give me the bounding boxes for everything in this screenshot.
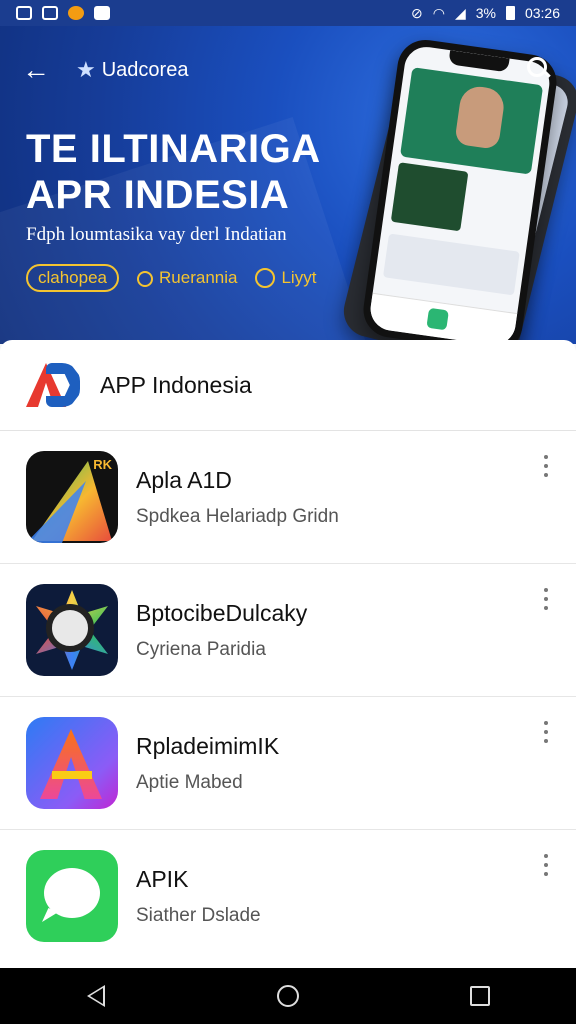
hero-subtitle: Fdph loumtasika vay derl Indatian bbox=[26, 224, 287, 245]
signal-icon: ◢ bbox=[454, 4, 466, 21]
star-icon: ★ bbox=[76, 57, 96, 82]
chat-bubble-app-icon bbox=[26, 850, 118, 942]
more-options-icon[interactable] bbox=[542, 455, 550, 481]
download-notification-icon bbox=[42, 6, 58, 20]
nav-home-icon[interactable] bbox=[276, 984, 300, 1008]
app-subtitle: Spdkea Helariadp Gridn bbox=[136, 505, 339, 527]
gallery-notification-icon bbox=[16, 6, 32, 20]
app-subtitle: Siather Dslade bbox=[136, 904, 261, 926]
battery-icon bbox=[505, 6, 515, 20]
app-name: RpladeimimIK bbox=[136, 732, 280, 759]
section-header: APP Indonesia bbox=[0, 340, 576, 431]
app-notification-icon bbox=[68, 6, 84, 20]
camera-lens-app-icon bbox=[26, 584, 118, 676]
status-bar: ⊘ ◠ ◢ 3% 03:26 bbox=[0, 0, 576, 26]
tag-pill-1[interactable]: clahopea bbox=[26, 264, 120, 292]
headline-line-1: TE ILTINARIGA bbox=[26, 127, 321, 171]
tag-label-2: Ruerannia bbox=[159, 268, 238, 287]
tag-label-3: Liyyt bbox=[281, 267, 317, 287]
nav-back-icon[interactable] bbox=[84, 984, 108, 1008]
tag-item-3[interactable]: Liyyt bbox=[255, 268, 316, 289]
clock-icon bbox=[137, 270, 154, 287]
colorful-triangle-app-icon: RK bbox=[26, 451, 118, 543]
app-name: APIK bbox=[136, 865, 189, 892]
headline-line-2: APR INDESIA bbox=[26, 173, 290, 217]
app-list-sheet: APP Indonesia RK Apla A1D Spdkea Helaria… bbox=[0, 340, 576, 970]
hero-tags: clahopea Ruerannia Liyyt bbox=[26, 264, 316, 292]
nav-recents-icon[interactable] bbox=[468, 984, 492, 1008]
hero-banner: ← ★ Uadcorea TE ILTINARIGA APR INDESIA F… bbox=[0, 26, 576, 344]
app-name: BptocibeDulcaky bbox=[136, 599, 308, 626]
app-indonesia-logo-icon bbox=[22, 357, 86, 413]
hero-headline: TE ILTINARIGA APR INDESIA bbox=[26, 126, 321, 218]
section-title: APP Indonesia bbox=[100, 371, 252, 398]
list-item[interactable]: BptocibeDulcaky Cyriena Paridia bbox=[0, 564, 576, 697]
app-subtitle: Aptie Mabed bbox=[136, 771, 243, 793]
app-brand: ★ Uadcorea bbox=[76, 57, 188, 83]
list-item[interactable]: RpladeimimIK Aptie Mabed bbox=[0, 697, 576, 830]
clock: 03:26 bbox=[524, 5, 560, 21]
search-icon[interactable] bbox=[524, 54, 554, 84]
wifi-icon: ◠ bbox=[432, 4, 445, 21]
more-options-icon[interactable] bbox=[542, 588, 550, 614]
back-arrow-icon[interactable]: ← bbox=[22, 56, 50, 84]
letter-a-app-icon bbox=[26, 717, 118, 809]
tag-item-2[interactable]: Ruerannia bbox=[137, 268, 237, 288]
brand-title: Uadcorea bbox=[101, 58, 189, 81]
more-options-icon[interactable] bbox=[542, 854, 550, 880]
list-item[interactable]: APIK Siather Dslade bbox=[0, 830, 576, 962]
circle-icon bbox=[255, 268, 276, 289]
more-options-icon[interactable] bbox=[542, 721, 550, 747]
system-nav-bar bbox=[0, 968, 576, 1024]
app-name: Apla A1D bbox=[136, 466, 232, 493]
message-notification-icon bbox=[94, 6, 110, 20]
list-item[interactable]: RK Apla A1D Spdkea Helariadp Gridn bbox=[0, 431, 576, 564]
app-subtitle: Cyriena Paridia bbox=[136, 638, 266, 660]
battery-percent: 3% bbox=[475, 5, 496, 21]
mute-icon: ⊘ bbox=[410, 4, 423, 21]
